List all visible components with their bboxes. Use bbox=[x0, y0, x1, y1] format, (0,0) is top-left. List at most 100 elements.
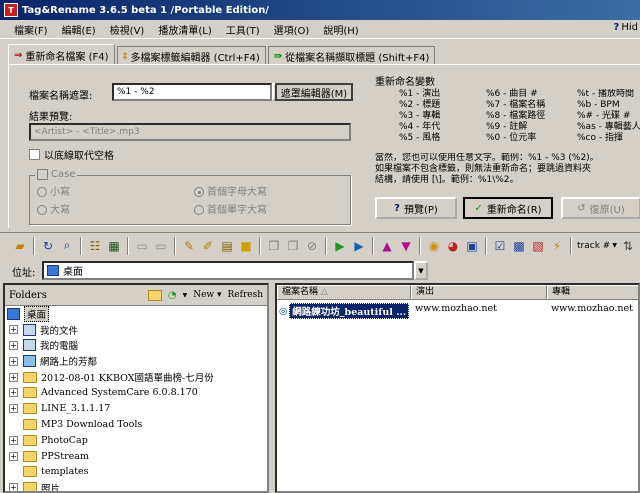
expand-icon[interactable]: + bbox=[9, 325, 18, 335]
expand-icon[interactable]: + bbox=[9, 451, 18, 461]
folder-tag-icon[interactable]: ■ bbox=[238, 238, 254, 254]
case-checkbox-row[interactable]: Case bbox=[35, 169, 78, 180]
chevron-down-icon[interactable]: ▼ bbox=[183, 292, 188, 299]
tree-node[interactable]: + 我的文件 bbox=[5, 322, 267, 338]
menu-edit[interactable]: 編輯(E) bbox=[62, 22, 96, 37]
case-radio-lowercase[interactable]: 小寫 bbox=[37, 183, 70, 198]
new-folder-button[interactable]: New ▾ bbox=[193, 290, 221, 300]
tree-node[interactable]: MP3 Download Tools bbox=[5, 417, 267, 433]
radio-dot bbox=[194, 205, 204, 215]
paste-tag-icon[interactable]: ❐ bbox=[285, 238, 301, 254]
expand-icon[interactable]: + bbox=[9, 356, 18, 366]
clear-tag-icon[interactable]: ⊘ bbox=[304, 238, 320, 254]
folder-icon bbox=[23, 387, 37, 399]
edit-tag-icon[interactable]: ✐ bbox=[200, 238, 216, 254]
play-icon[interactable]: ▶ bbox=[332, 238, 348, 254]
column-header-artist[interactable]: 演出 bbox=[411, 285, 547, 300]
menu-view[interactable]: 檢視(V) bbox=[110, 22, 145, 37]
grid-icon[interactable]: ▦ bbox=[106, 238, 122, 254]
address-input[interactable]: 桌面 bbox=[42, 261, 414, 280]
pencil-icon[interactable]: ✎ bbox=[181, 238, 197, 254]
column-header-filename[interactable]: 檔案名稱 △ bbox=[277, 285, 411, 300]
tree-node[interactable]: templates bbox=[5, 464, 267, 480]
tree-node[interactable]: + PPStream bbox=[5, 448, 267, 464]
variable-item: %t - 播放時間 bbox=[577, 89, 635, 99]
refresh-icon[interactable]: ↻ bbox=[40, 238, 56, 254]
case-checkbox[interactable] bbox=[37, 169, 48, 180]
cut-icon[interactable]: ▭ bbox=[134, 238, 150, 254]
tree-node[interactable]: 桌面 bbox=[5, 305, 267, 322]
export-icon[interactable]: ▩ bbox=[511, 238, 527, 254]
variable-item: %co - 指揮 bbox=[577, 133, 623, 143]
variable-item: %8 - 檔案路徑 bbox=[486, 111, 546, 121]
tab-rename-files[interactable]: ⇒ 重新命名檔案 (F4) bbox=[8, 44, 115, 65]
search-icon[interactable]: ⌕ bbox=[59, 238, 75, 254]
tree-node[interactable]: + 我的電腦 bbox=[5, 338, 267, 354]
tools-icon[interactable]: ⚡ bbox=[549, 238, 565, 254]
favorites-icon[interactable]: ◔ bbox=[168, 290, 177, 301]
case-radio-uppercase[interactable]: 大寫 bbox=[37, 201, 70, 216]
playlist-icon[interactable]: ▧ bbox=[530, 238, 546, 254]
variable-item: %0 - 位元率 bbox=[486, 133, 537, 143]
tree-node[interactable]: +2012-08-01 KKBOX國語單曲榜-七月份 bbox=[5, 369, 267, 385]
tree-node[interactable]: + PhotoCap bbox=[5, 432, 267, 448]
mask-editor-button[interactable]: 遮罩編輯器(M) bbox=[275, 83, 353, 101]
copy-tag-icon[interactable]: ❐ bbox=[266, 238, 282, 254]
folder-up-icon[interactable] bbox=[147, 289, 162, 301]
tree-node[interactable]: + 照片 bbox=[5, 480, 267, 491]
move-up-icon[interactable]: ▲ bbox=[379, 238, 395, 254]
sort-icon[interactable]: ⇅ bbox=[620, 238, 636, 254]
app-icon: T bbox=[4, 3, 18, 17]
menu-options[interactable]: 選項(O) bbox=[274, 22, 310, 37]
expand-icon[interactable]: + bbox=[9, 372, 18, 382]
underscore-checkbox[interactable] bbox=[29, 149, 40, 160]
column-header-album[interactable]: 專輯 bbox=[547, 285, 638, 300]
refresh-button[interactable]: Refresh bbox=[228, 290, 263, 300]
freedb-icon[interactable]: ◕ bbox=[445, 238, 461, 254]
case-option-label: 小寫 bbox=[50, 187, 70, 198]
menu-tools[interactable]: 工具(T) bbox=[226, 22, 260, 37]
menu-help[interactable]: 說明(H) bbox=[323, 22, 358, 37]
hide-label[interactable]: Hid bbox=[621, 22, 638, 33]
track-number-button[interactable]: track # ▼ bbox=[577, 241, 617, 251]
case-radio-first-letter[interactable]: 首個字母大寫 bbox=[194, 183, 267, 198]
menu-file[interactable]: 檔案(F) bbox=[14, 22, 48, 37]
tab-extract-title[interactable]: ⇛ 從檔案名稱擷取標題 (Shift+F4) bbox=[267, 46, 436, 65]
tree-node[interactable]: + Advanced SystemCare 6.0.8.170 bbox=[5, 385, 267, 401]
expand-icon[interactable]: + bbox=[9, 483, 18, 491]
copy-icon[interactable]: ▭ bbox=[153, 238, 169, 254]
cd-icon[interactable]: ◉ bbox=[426, 238, 442, 254]
select-all-icon[interactable]: ☷ bbox=[87, 238, 103, 254]
tree-node[interactable]: + 網路上的芳鄰 bbox=[5, 353, 267, 369]
folder-icon bbox=[23, 418, 37, 430]
undo-button[interactable]: ↺ 復原(U) bbox=[561, 197, 640, 219]
tab-multi-tag-editor[interactable]: ‡ 多檔案標籤編輯器 (Ctrl+F4) bbox=[116, 46, 266, 65]
play-selected-icon[interactable]: ▶ bbox=[351, 238, 367, 254]
expand-icon[interactable]: + bbox=[9, 404, 18, 414]
expand-icon[interactable]: + bbox=[9, 388, 18, 398]
tag-file-icon[interactable]: ▤ bbox=[219, 238, 235, 254]
mask-input[interactable]: %1 - %2 bbox=[112, 83, 272, 101]
variables-col-2: %6 - 曲目 # %7 - 檔案名稱 %8 - 檔案路徑 %9 - 註解 %0… bbox=[486, 89, 545, 144]
check-tags-icon[interactable]: ☑ bbox=[492, 238, 508, 254]
folder-icon bbox=[23, 482, 37, 491]
rename-button[interactable]: ✓ 重新命名(R) bbox=[463, 197, 553, 219]
radio-dot bbox=[37, 187, 47, 197]
expand-icon[interactable]: + bbox=[9, 340, 18, 350]
move-down-icon[interactable]: ▼ bbox=[398, 238, 414, 254]
variable-item: %as - 專輯藝人 bbox=[577, 122, 640, 132]
expand-icon[interactable]: + bbox=[9, 435, 18, 445]
preview-button[interactable]: ? 預覽(P) bbox=[375, 197, 457, 219]
underscore-checkbox-row[interactable]: 以底線取代空格 bbox=[29, 147, 114, 162]
folder-pane-header: Folders ◔ ▼ New ▾ Refresh bbox=[5, 285, 267, 306]
help-icon[interactable]: ? bbox=[614, 22, 620, 33]
menu-playlist[interactable]: 播放清單(L) bbox=[158, 22, 211, 37]
address-dropdown-button[interactable]: ▼ bbox=[414, 261, 428, 280]
folder-up-icon[interactable]: ▰ bbox=[12, 238, 28, 254]
tree-node[interactable]: + LINE_3.1.1.17 bbox=[5, 401, 267, 417]
preview-field: <Artist> - <Title>.mp3 bbox=[29, 123, 351, 141]
case-radio-first-word[interactable]: 首個單字大寫 bbox=[194, 201, 267, 216]
tree-node-label: templates bbox=[41, 466, 89, 478]
window-icon[interactable]: ▣ bbox=[464, 238, 480, 254]
toolbar-separator bbox=[33, 236, 35, 255]
